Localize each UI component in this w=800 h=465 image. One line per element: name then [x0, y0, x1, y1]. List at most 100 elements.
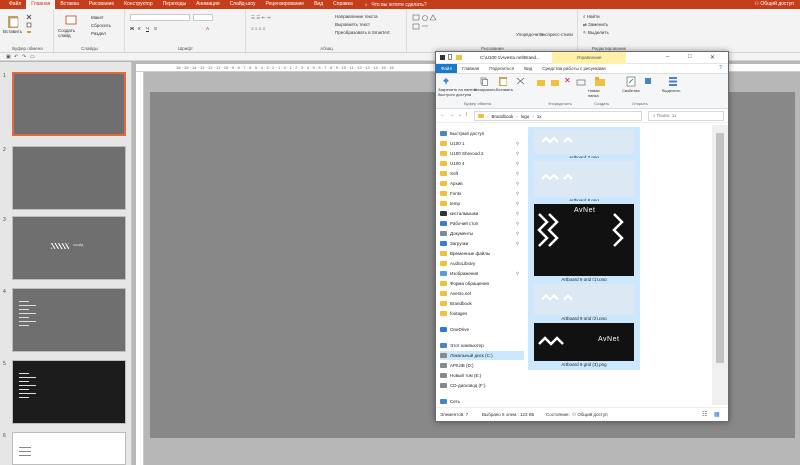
minimize-icon[interactable]: –: [666, 54, 669, 60]
strikethrough-button[interactable]: S: [154, 26, 157, 31]
explorer-tab-1[interactable]: Главная: [457, 64, 484, 73]
nav-item[interactable]: Изображения ⚲: [440, 269, 524, 278]
section-button[interactable]: Раздел: [91, 31, 106, 36]
smartart-button[interactable]: Преобразовать в SmartArt: [335, 30, 390, 35]
menu-tab-10[interactable]: Справка: [328, 0, 358, 9]
explorer-title-bar[interactable]: C:\U100 1\Avesto.net\Brand... Управление…: [436, 52, 728, 64]
nav-item[interactable]: кисталмышки ⚲: [440, 209, 524, 218]
new-slide-icon[interactable]: [65, 14, 77, 26]
share-button[interactable]: ⚇ Общий доступ: [755, 0, 794, 9]
list-buttons[interactable]: ☰ ☰ ⇤ ⇥: [251, 15, 270, 21]
quick-styles-button[interactable]: Экспресс-стили: [540, 32, 573, 37]
slide-thumbnail-4[interactable]: [12, 288, 126, 352]
select-button[interactable]: ↖ Выделить: [583, 30, 609, 36]
menu-tab-9[interactable]: Вид: [309, 0, 328, 9]
tiles-view-icon[interactable]: ▦: [714, 411, 720, 418]
font-name-box[interactable]: [130, 14, 190, 21]
underline-button[interactable]: Ч: [146, 26, 149, 31]
nav-item[interactable]: Временные файлы: [440, 249, 524, 258]
arrange-button[interactable]: Упорядочить: [516, 32, 543, 37]
delete-icon[interactable]: ✕: [564, 76, 571, 85]
move-to-icon[interactable]: [536, 77, 546, 87]
file-item[interactable]: Artboard 8.png: [528, 158, 640, 206]
nav-item[interactable]: Brandbook: [440, 299, 524, 308]
properties-icon[interactable]: [626, 76, 636, 87]
slide-thumbnail-5[interactable]: [12, 360, 126, 424]
layout-button[interactable]: Макет: [91, 15, 104, 20]
breadcrumb-item[interactable]: Brandbook: [492, 114, 514, 119]
nav-item[interactable]: Быстрый доступ: [440, 129, 524, 138]
menu-tab-5[interactable]: Переходы: [158, 0, 191, 9]
nav-item[interactable]: Форма обращения: [440, 279, 524, 288]
select-all-icon[interactable]: [668, 76, 678, 87]
replace-button[interactable]: ⇄ Заменить: [583, 22, 608, 28]
slide-thumbnail-6[interactable]: [12, 432, 126, 465]
select-button[interactable]: Выделить: [662, 88, 680, 93]
copy-icon[interactable]: [480, 77, 488, 86]
explorer-tab-4[interactable]: Средства работы с рисунками: [537, 64, 610, 73]
menu-tab-2[interactable]: Вставка: [55, 0, 84, 9]
start-slideshow-icon[interactable]: ▭: [30, 54, 35, 60]
align-buttons[interactable]: ≡ ≡ ≡ ≡: [251, 26, 265, 31]
explorer-tab-3[interactable]: Вид: [519, 64, 537, 73]
maximize-icon[interactable]: □: [688, 54, 692, 60]
tell-me[interactable]: ☼ Что вы хотите сделать?: [364, 2, 427, 8]
paste-icon[interactable]: [7, 14, 19, 28]
nav-item[interactable]: temp ⚲: [440, 199, 524, 208]
new-folder-button[interactable]: Новая папка: [588, 88, 610, 98]
breadcrumb-item[interactable]: 1x: [537, 114, 542, 119]
paste-button[interactable]: Вставить: [496, 87, 513, 92]
rename-icon[interactable]: [576, 77, 586, 87]
menu-tab-3[interactable]: Рисование: [84, 0, 119, 9]
nav-item[interactable]: Avesto.net: [440, 289, 524, 298]
copy-icon[interactable]: [26, 22, 32, 28]
nav-item[interactable]: Новый том (E:): [440, 371, 524, 380]
properties-qat-icon[interactable]: [448, 54, 452, 60]
nav-item[interactable]: OneDrive: [440, 325, 524, 334]
folder-qat-icon[interactable]: [456, 55, 462, 60]
menu-tab-6[interactable]: Анимация: [191, 0, 224, 9]
close-icon[interactable]: ✕: [710, 54, 715, 61]
nav-item[interactable]: Архив ⚲: [440, 179, 524, 188]
copy-button[interactable]: Копировать: [474, 87, 496, 92]
nav-item[interactable]: Загрузки ⚲: [440, 239, 524, 248]
forward-arrow-icon[interactable]: →: [449, 112, 455, 118]
help-icon[interactable]: ?: [719, 65, 722, 71]
menu-tab-8[interactable]: Рецензирование: [260, 0, 309, 9]
details-view-icon[interactable]: ☷: [702, 411, 707, 418]
reset-button[interactable]: Сбросить: [91, 23, 111, 28]
save-icon[interactable]: ▣: [6, 54, 11, 60]
nav-item[interactable]: footages: [440, 309, 524, 318]
font-size-box[interactable]: [193, 14, 213, 21]
address-bar[interactable]: › Brandbook › logo › 1x: [474, 111, 642, 121]
bold-button[interactable]: Ж: [130, 26, 134, 31]
nav-item[interactable]: Soft ⚲: [440, 169, 524, 178]
manage-tab[interactable]: Управление: [552, 52, 626, 64]
up-arrow-icon[interactable]: ↑: [465, 112, 468, 118]
pin-icon[interactable]: [442, 77, 450, 86]
file-item[interactable]: AvNet Artboard 9 grid (3).png: [528, 320, 640, 370]
slide-thumbnail-1[interactable]: [12, 72, 126, 136]
paste-button[interactable]: Вставить: [3, 29, 22, 34]
shapes-gallery-icon[interactable]: [412, 14, 462, 34]
nav-item[interactable]: U100 4 ⚲: [440, 159, 524, 168]
breadcrumb-item[interactable]: logo: [521, 114, 530, 119]
menu-tab-7[interactable]: Слайд-шоу: [225, 0, 261, 9]
scrollbar-thumb[interactable]: [716, 133, 724, 363]
pin-button[interactable]: Закрепить на панели быстрого доступа: [438, 87, 478, 97]
slide-thumbnail-3[interactable]: СЛАЙД: [12, 216, 126, 280]
paste-icon[interactable]: [498, 76, 508, 86]
menu-tab-4[interactable]: Конструктор: [119, 0, 158, 9]
nav-item[interactable]: Сеть: [440, 397, 524, 406]
nav-item[interactable]: U100 Shevood 2 ⚲: [440, 149, 524, 158]
menu-tab-1[interactable]: Главная: [26, 0, 56, 9]
align-text-button[interactable]: Выровнять текст: [335, 22, 370, 27]
file-item[interactable]: Artboard 9 grid (2).png: [528, 281, 640, 324]
nav-item[interactable]: Рабочий стол ⚲: [440, 219, 524, 228]
back-arrow-icon[interactable]: ←: [440, 112, 446, 118]
redo-icon[interactable]: ↷: [22, 54, 26, 60]
nav-item[interactable]: CD-дисковод (F:): [440, 381, 524, 390]
nav-item[interactable]: Локальный диск (C:): [440, 351, 524, 360]
open-icon[interactable]: [644, 77, 652, 85]
file-item[interactable]: AvNet Artboard 9 grid (1).png: [528, 201, 640, 285]
